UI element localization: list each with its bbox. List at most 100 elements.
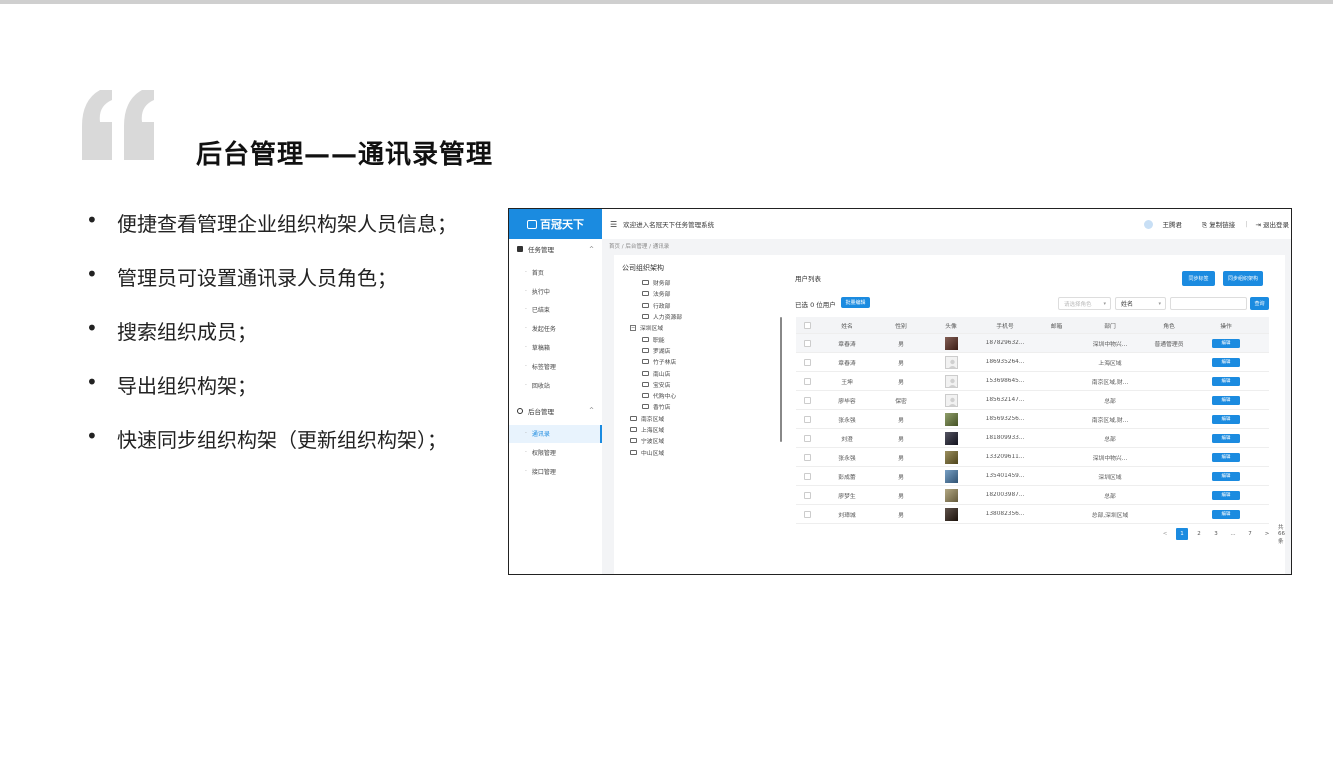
tree-node-label: 人力资源部 xyxy=(653,315,682,322)
task-icon xyxy=(517,246,523,252)
table-row[interactable]: 彭成蕾 男 135401459... 深圳区域 编辑 xyxy=(796,467,1269,486)
select-all-checkbox[interactable] xyxy=(803,321,811,329)
table-row[interactable]: 张永强 男 185693256... 南京区域,财... 编辑 xyxy=(796,410,1269,429)
sidebar-group[interactable]: 任务管理 ^ xyxy=(509,239,602,259)
table-row[interactable]: 张永强 男 133209611... 深圳中物兴... 编辑 xyxy=(796,448,1269,467)
table-row[interactable]: 廖毕容 保密 185632147... 总部 编辑 xyxy=(796,391,1269,410)
row-checkbox[interactable] xyxy=(803,415,811,423)
tree-node[interactable]: 宁波区域 xyxy=(622,435,792,446)
tree-node[interactable]: 代购中心 xyxy=(622,390,792,401)
table-row[interactable]: 刘璋城 男 138082356... 总部,深圳区域 编辑 xyxy=(796,505,1269,524)
cell-dept: 总部 xyxy=(1104,493,1116,500)
table-row[interactable]: 刘澄 男 181809933... 总部 编辑 xyxy=(796,429,1269,448)
bullet-text: 搜索组织成员； xyxy=(117,320,257,344)
logout-button[interactable]: ⇥ 退出登录 xyxy=(1255,219,1289,229)
prev-page-button[interactable]: < xyxy=(1159,528,1171,540)
sidebar-item[interactable]: · 权限管理 xyxy=(509,443,602,462)
sidebar-item[interactable]: · 标签管理 xyxy=(509,357,602,376)
copy-link-button[interactable]: ⎘ 复制链接 xyxy=(1202,219,1235,230)
tree-node[interactable]: 香竹店 xyxy=(622,401,792,412)
tree-node[interactable]: 法务部 xyxy=(622,288,792,299)
sidebar-item-dot: · xyxy=(525,306,527,314)
row-checkbox[interactable] xyxy=(803,377,811,385)
row-checkbox[interactable] xyxy=(803,472,811,480)
column-header: 手机号 xyxy=(996,323,1014,330)
page-button[interactable]: 7 xyxy=(1244,528,1256,540)
page-button[interactable]: 3 xyxy=(1210,528,1222,540)
chevron-up-icon[interactable]: ^ xyxy=(589,246,594,253)
sidebar-item[interactable]: · 已结束 xyxy=(509,301,602,320)
edit-button[interactable]: 编辑 xyxy=(1212,357,1240,367)
row-checkbox[interactable] xyxy=(803,434,811,442)
sidebar-item[interactable]: · 执行中 xyxy=(509,282,602,301)
batch-edit-button[interactable]: 批量编辑 xyxy=(841,297,870,308)
column-header: 角色 xyxy=(1163,323,1175,330)
user-avatar[interactable] xyxy=(1143,219,1153,229)
table-row[interactable]: 王坤 男 153698645... 南京区域,财... 编辑 xyxy=(796,372,1269,391)
row-checkbox[interactable] xyxy=(803,396,811,404)
chevron-up-icon[interactable]: ^ xyxy=(589,407,594,414)
tree-node[interactable]: 财务部 xyxy=(622,277,792,288)
edit-button[interactable]: 编辑 xyxy=(1212,414,1240,424)
cell-role: 普通管理员 xyxy=(1154,341,1184,348)
cell-dept: 南京区域,财... xyxy=(1091,417,1129,424)
sync-org-button[interactable]: 同步组织架构 xyxy=(1223,271,1263,286)
row-checkbox[interactable] xyxy=(803,510,811,518)
tree-node[interactable]: 人力资源部 xyxy=(622,311,792,322)
tree-node[interactable]: − 深圳区域 xyxy=(622,322,792,333)
tree-node[interactable]: 罗湖店 xyxy=(622,345,792,356)
tree-node[interactable]: 中山区域 xyxy=(622,446,792,457)
sidebar-item[interactable]: · 草稿箱 xyxy=(509,338,602,357)
row-checkbox[interactable] xyxy=(803,491,811,499)
sidebar-item[interactable]: · 回收站 xyxy=(509,376,602,395)
table-row[interactable]: 章春涛 男 187829632... 深圳中物兴... 普通管理员 编辑 xyxy=(796,334,1269,353)
avatar-cell xyxy=(926,336,976,350)
edit-button[interactable]: 编辑 xyxy=(1212,471,1240,481)
sidebar-item[interactable]: · 通讯录 xyxy=(509,424,602,444)
bullet-dot: • xyxy=(86,424,98,448)
edit-button[interactable]: 编辑 xyxy=(1212,509,1240,519)
sidebar-item-dot: · xyxy=(525,344,527,352)
edit-button[interactable]: 编辑 xyxy=(1212,433,1240,443)
search-input[interactable] xyxy=(1170,297,1247,310)
sidebar-item[interactable]: · 首页 xyxy=(509,263,602,282)
tree-node[interactable]: 行政部 xyxy=(622,300,792,311)
page-button[interactable]: 2 xyxy=(1193,528,1205,540)
column-header: 操作 xyxy=(1220,323,1232,330)
row-checkbox[interactable] xyxy=(803,358,811,366)
tree-node-label: 行政部 xyxy=(653,303,671,310)
table-row[interactable]: 章春涛 男 186935264... 上海区域 编辑 xyxy=(796,353,1269,372)
cell-phone: 133209611... xyxy=(985,454,1025,460)
edit-button[interactable]: 编辑 xyxy=(1212,490,1240,500)
sidebar-item[interactable]: · 接口管理 xyxy=(509,462,602,481)
tree-node[interactable]: 南京区域 xyxy=(622,413,792,424)
tree-scrollbar[interactable] xyxy=(780,317,782,442)
edit-button[interactable]: 编辑 xyxy=(1212,395,1240,405)
tree-node[interactable]: 南山店 xyxy=(622,367,792,378)
app-logo[interactable]: 百冠天下 xyxy=(509,209,602,239)
row-checkbox[interactable] xyxy=(803,453,811,461)
page-button[interactable]: 1 xyxy=(1176,528,1188,540)
tree-node[interactable]: 职能 xyxy=(622,333,792,344)
next-page-button[interactable]: > xyxy=(1261,528,1273,540)
sidebar-group[interactable]: 后台管理 ^ xyxy=(509,401,602,421)
bullet-dot: • xyxy=(86,208,98,232)
sync-tags-button[interactable]: 同步标签 xyxy=(1182,271,1215,286)
menu-icon[interactable]: ☰ xyxy=(610,220,617,229)
user-name[interactable]: 王腾君 xyxy=(1163,219,1183,229)
field-select[interactable]: 姓名 ▾ xyxy=(1115,297,1166,310)
edit-button[interactable]: 编辑 xyxy=(1212,376,1240,386)
sidebar-item[interactable]: · 发起任务 xyxy=(509,319,602,338)
edit-button[interactable]: 编辑 xyxy=(1212,452,1240,462)
role-select[interactable]: 请选择角色 ▾ xyxy=(1058,297,1111,310)
row-checkbox[interactable] xyxy=(803,339,811,347)
tree-node[interactable]: 竹子林店 xyxy=(622,356,792,367)
collapse-icon[interactable]: − xyxy=(630,324,636,331)
table-row[interactable]: 廖梦生 男 182003987... 总部 编辑 xyxy=(796,486,1269,505)
tree-node[interactable]: 宝安店 xyxy=(622,379,792,390)
tree-node[interactable]: 上海区域 xyxy=(622,424,792,435)
edit-button[interactable]: 编辑 xyxy=(1212,338,1240,348)
cell-dept: 总部 xyxy=(1104,436,1116,443)
table-header: 姓名 性别 头像 手机号 邮箱 部门 角色 操作 xyxy=(796,317,1269,334)
search-button[interactable]: 查询 xyxy=(1250,297,1269,310)
